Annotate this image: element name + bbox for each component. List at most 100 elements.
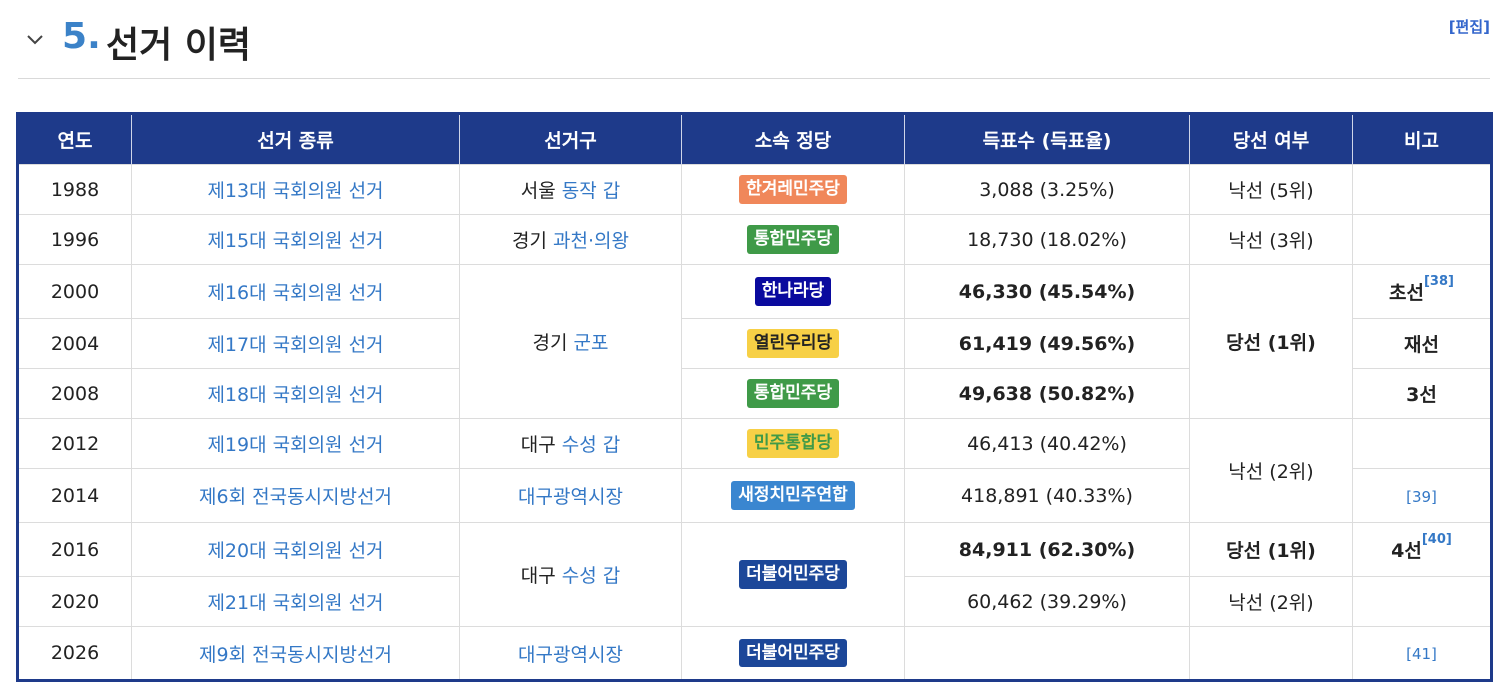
year-cell: 2014 [17,468,132,523]
section-header: 5. 선거 이력 [편집] [18,10,1490,79]
votes-cell: 418,891 (40.33%) [904,468,1190,523]
result-cell: 낙선 (2위) [1189,418,1353,523]
election-cell: 제6회 전국동시지방선거 [131,468,460,523]
votes-cell: 61,419 (49.56%) [904,318,1190,369]
party-badge[interactable]: 더불어민주당 [739,638,847,668]
year-cell: 2016 [17,522,132,577]
table-row: 2016 제20대 국회의원 선거 대구 수성 갑 더불어민주당 84,911 … [17,522,1492,627]
party-badge[interactable]: 한겨레민주당 [739,175,847,204]
party-cell: 민주통합당 [681,418,905,469]
party-cell: 한겨레민주당 [681,164,905,215]
votes-cell: 3,088 (3.25%) [904,164,1190,215]
party-badge[interactable]: 통합민주당 [746,225,840,254]
table-row: 2012 제19대 국회의원 선거 대구 수성 갑 민주통합당 46,413 (… [17,418,1492,523]
party-badge[interactable]: 한나라당 [754,277,832,306]
party-badge[interactable]: 민주통합당 [746,429,840,458]
election-link[interactable]: 제6회 전국동시지방선거 [199,486,392,508]
result-cell: 당선 (1위) [1189,522,1353,577]
col-header-party: 소속 정당 [681,113,905,165]
election-cell: 제15대 국회의원 선거 [131,214,460,265]
party-badge[interactable]: 통합민주당 [746,379,840,408]
district-link[interactable]: 수성 갑 [562,565,620,587]
year-cell: 1996 [17,214,132,265]
election-cell: 제16대 국회의원 선거 [131,264,460,319]
district-cell: 대구광역시장 [459,626,682,681]
reference-link[interactable]: [41] [1406,645,1437,663]
year-cell: 1988 [17,164,132,215]
chevron-down-icon[interactable] [24,28,46,50]
votes-cell: 49,638 (50.82%) [904,368,1190,419]
party-badge[interactable]: 열린우리당 [746,329,840,358]
party-cell: 통합민주당 [681,368,905,419]
district-cell: 경기 과천·의왕 [459,214,682,265]
votes-cell [904,626,1190,681]
party-badge[interactable]: 더불어민주당 [739,560,847,589]
votes-cell: 46,330 (45.54%) [904,264,1190,319]
party-cell: 더불어민주당 [681,522,905,627]
election-link[interactable]: 제16대 국회의원 선거 [207,282,383,304]
votes-cell: 84,911 (62.30%) [904,522,1190,577]
year-cell: 2026 [17,626,132,681]
district-link[interactable]: 과천·의왕 [553,230,629,252]
election-link[interactable]: 제18대 국회의원 선거 [207,384,383,406]
col-header-note: 비고 [1352,113,1492,165]
district-prefix: 경기 [532,332,568,354]
reference-link[interactable]: [40] [1422,532,1452,547]
year-cell: 2000 [17,264,132,319]
note-cell [1352,214,1492,265]
table-row: 1988 제13대 국회의원 선거 서울 동작 갑 한겨레민주당 3,088 (… [17,164,1492,215]
col-header-votes: 득표수 (득표율) [904,113,1190,165]
reference-link[interactable]: [39] [1406,488,1437,506]
district-link[interactable]: 대구광역시장 [518,644,623,666]
note-text: 4선 [1391,540,1422,562]
note-cell: [41] [1352,626,1492,681]
election-cell: 제13대 국회의원 선거 [131,164,460,215]
year-cell: 2020 [17,576,132,627]
table-row: 2000 제16대 국회의원 선거 경기 군포 한나라당 46,330 (45.… [17,264,1492,419]
votes-cell: 60,462 (39.29%) [904,576,1190,627]
year-cell: 2004 [17,318,132,369]
election-link[interactable]: 제9회 전국동시지방선거 [199,644,392,666]
col-header-year: 연도 [17,113,132,165]
district-link[interactable]: 동작 갑 [562,180,620,202]
table-row: 1996 제15대 국회의원 선거 경기 과천·의왕 통합민주당 18,730 … [17,214,1492,265]
district-prefix: 서울 [520,180,556,202]
votes-cell: 18,730 (18.02%) [904,214,1190,265]
election-history-table: 연도 선거 종류 선거구 소속 정당 득표수 (득표율) 당선 여부 비고 19… [16,112,1493,682]
district-link[interactable]: 대구광역시장 [518,486,623,508]
section-number: 5. [62,16,101,57]
party-cell: 한나라당 [681,264,905,319]
party-badge[interactable]: 새정치민주연합 [731,481,855,510]
district-prefix: 대구 [520,565,556,587]
district-link[interactable]: 군포 [574,332,609,354]
note-cell: [39] [1352,468,1492,523]
note-cell: 초선[38] [1352,264,1492,319]
reference-link[interactable]: [38] [1424,274,1454,289]
note-cell [1352,164,1492,215]
district-link[interactable]: 수성 갑 [562,434,620,456]
election-link[interactable]: 제21대 국회의원 선거 [207,592,383,614]
result-cell [1189,626,1353,681]
year-cell: 2008 [17,368,132,419]
district-cell: 대구광역시장 [459,468,682,523]
election-link[interactable]: 제19대 국회의원 선거 [207,434,383,456]
election-cell: 제21대 국회의원 선거 [131,576,460,627]
party-cell: 통합민주당 [681,214,905,265]
district-prefix: 대구 [520,434,556,456]
note-text: 초선 [1389,282,1424,304]
result-cell: 낙선 (2위) [1189,576,1353,627]
col-header-result: 당선 여부 [1189,113,1353,165]
note-cell [1352,576,1492,627]
district-cell: 대구 수성 갑 [459,418,682,469]
col-header-election: 선거 종류 [131,113,460,165]
election-link[interactable]: 제13대 국회의원 선거 [207,180,383,202]
district-prefix: 경기 [512,230,547,252]
election-link[interactable]: 제17대 국회의원 선거 [207,334,383,356]
section-title: 선거 이력 [106,25,252,66]
election-cell: 제9회 전국동시지방선거 [131,626,460,681]
note-cell: 재선 [1352,318,1492,369]
edit-link[interactable]: [편집] [1449,16,1490,37]
election-link[interactable]: 제15대 국회의원 선거 [207,230,383,252]
election-link[interactable]: 제20대 국회의원 선거 [207,540,383,562]
district-cell: 서울 동작 갑 [459,164,682,215]
